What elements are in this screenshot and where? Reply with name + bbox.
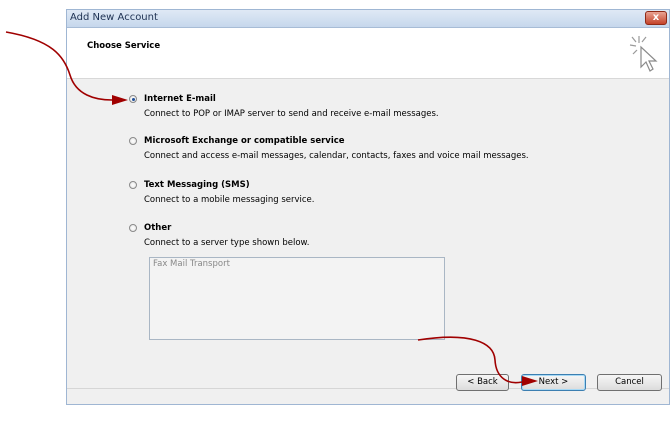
window-title: Add New Account — [70, 12, 158, 23]
other-radio[interactable] — [129, 224, 137, 232]
title-bar[interactable]: Add New Account x — [67, 10, 669, 28]
option-description: Connect and access e-mail messages, cale… — [144, 151, 529, 161]
internet-email-radio[interactable] — [129, 95, 137, 103]
close-button[interactable]: x — [645, 11, 667, 25]
server-type-list[interactable]: Fax Mail Transport — [149, 257, 445, 340]
wizard-header: Choose Service — [67, 28, 669, 79]
page-title: Choose Service — [87, 41, 161, 51]
add-new-account-dialog: Add New Account x Choose Service Interne… — [66, 9, 670, 405]
option-label: Internet E-mail — [144, 94, 216, 104]
cursor-sparkle-icon — [629, 36, 658, 72]
option-description: Connect to a mobile messaging service. — [144, 195, 315, 205]
list-item[interactable]: Fax Mail Transport — [153, 259, 230, 269]
sms-radio[interactable] — [129, 181, 137, 189]
option-description: Connect to POP or IMAP server to send an… — [144, 109, 439, 119]
exchange-radio[interactable] — [129, 137, 137, 145]
service-options: Internet E-mail Connect to POP or IMAP s… — [67, 79, 669, 388]
option-description: Connect to a server type shown below. — [144, 238, 310, 248]
option-label: Text Messaging (SMS) — [144, 180, 250, 190]
back-button[interactable]: < Back — [456, 374, 509, 391]
next-button[interactable]: Next > — [521, 374, 586, 391]
cancel-button[interactable]: Cancel — [597, 374, 662, 391]
option-label: Other — [144, 223, 172, 233]
option-label: Microsoft Exchange or compatible service — [144, 136, 345, 146]
